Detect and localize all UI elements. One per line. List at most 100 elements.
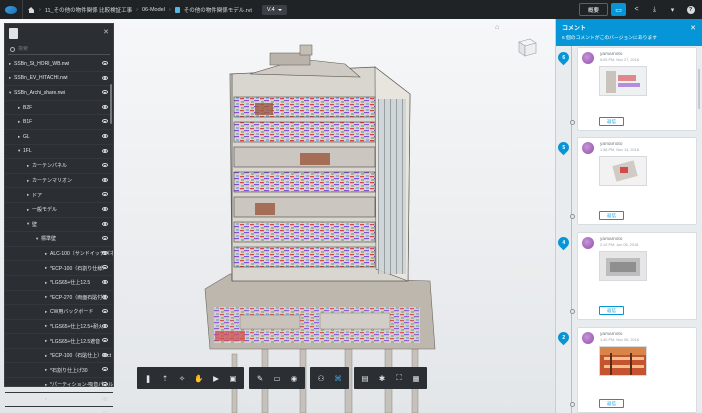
comment-pin-icon[interactable]: 5 bbox=[555, 139, 572, 156]
pan-icon[interactable]: ⇡ bbox=[157, 370, 173, 386]
tree-row[interactable]: ▾ 壁 bbox=[5, 218, 113, 233]
search-icon bbox=[10, 46, 15, 52]
reply-button[interactable]: 返信 bbox=[599, 117, 624, 126]
tree-row[interactable]: ▸ *ECP-100（石貼仕上）Prct bbox=[5, 349, 113, 364]
home-icon[interactable] bbox=[28, 6, 35, 13]
settings-icon[interactable]: ✱ bbox=[374, 370, 390, 386]
help-button[interactable]: ? bbox=[683, 3, 698, 16]
share-icon[interactable]: < bbox=[629, 3, 644, 16]
close-icon[interactable]: ✕ bbox=[103, 28, 109, 36]
tree-row-label: SSBn_EV_HITACHI.nwi bbox=[14, 75, 68, 82]
tree-row[interactable]: ▸ *石割り仕上げ30 bbox=[5, 363, 113, 379]
reply-button[interactable]: 返信 bbox=[599, 399, 624, 408]
tree-row[interactable]: ▸ ALC-100（サンドイッチパネ bbox=[5, 247, 113, 262]
hand-icon[interactable]: ✋ bbox=[191, 370, 207, 386]
visibility-eye-icon[interactable] bbox=[102, 279, 108, 284]
breadcrumb-folder[interactable]: 06-Model bbox=[142, 7, 165, 13]
tree-row[interactable]: ▸ GL bbox=[5, 130, 113, 145]
toolbar-group: ⚇ ⌘ bbox=[310, 367, 349, 389]
orbit-icon[interactable]: ❚ bbox=[140, 370, 156, 386]
reply-button[interactable]: 返信 bbox=[599, 211, 624, 220]
comment-pin-icon[interactable]: 2 bbox=[555, 329, 572, 346]
walk-icon[interactable]: ✧ bbox=[174, 370, 190, 386]
comment-card[interactable]: 2 yamamoto 1:40 PM, Nov 06, 2018 返信 bbox=[555, 327, 697, 413]
tree-row[interactable]: ▸ *LGS65+仕上12.5遮音 bbox=[5, 334, 113, 349]
reply-button[interactable]: 返信 bbox=[599, 306, 624, 315]
visibility-eye-icon[interactable] bbox=[102, 294, 108, 299]
scrollbar[interactable] bbox=[698, 69, 700, 109]
comment-card[interactable]: 4 yamamoto 2:10 PM, Jun 06, 2018 返信 bbox=[555, 232, 697, 320]
visibility-eye-icon[interactable] bbox=[102, 396, 108, 401]
tree-row[interactable]: ▸ カーテンパネル bbox=[5, 159, 113, 174]
scrollbar[interactable] bbox=[110, 84, 112, 124]
visibility-eye-icon[interactable] bbox=[102, 177, 108, 182]
comments-icon[interactable]: ▭ bbox=[611, 3, 626, 16]
tree-row[interactable]: ▸ CW用バックボード bbox=[5, 305, 113, 320]
comments-header: コメント 6 個のコメントがこのバージョンにあります ✕ bbox=[556, 19, 702, 46]
tree-row[interactable]: ▸ *ECP-270（両面石貼付仕 bbox=[5, 291, 113, 306]
comment-date: 1:38 PM, Nov 13, 2018 bbox=[600, 148, 639, 152]
comment-author: yamamoto bbox=[600, 142, 623, 147]
top-actions: 概要 ▭ < ⤓ ▾ ? bbox=[578, 0, 702, 19]
breadcrumb-project[interactable]: 11_その他の物件関係 比較検証工事 bbox=[45, 6, 132, 14]
tree-row[interactable]: ▸ *パーティション-吸音パネル bbox=[5, 378, 113, 393]
comment-card[interactable]: 6 yamamoto 5:05 PM, Nov 27, 2018 返信 bbox=[555, 47, 697, 131]
tree-row[interactable]: ▸ B2F bbox=[5, 101, 113, 116]
fullscreen-icon[interactable]: ⛶ bbox=[391, 370, 407, 386]
viewer-home-icon[interactable]: ⌂ bbox=[495, 24, 499, 31]
tree-row[interactable]: ▸ ドア bbox=[5, 188, 113, 203]
tree-row[interactable]: ▸ SSBn_EV_HITACHI.nwi bbox=[5, 72, 113, 87]
visibility-eye-icon[interactable] bbox=[102, 250, 108, 255]
comment-thumbnail[interactable] bbox=[599, 66, 647, 96]
visibility-eye-icon[interactable] bbox=[102, 75, 108, 80]
tree-row[interactable]: ▾ 標準壁 bbox=[5, 232, 113, 247]
fit-icon[interactable]: ▣ bbox=[225, 370, 241, 386]
breadcrumb-file[interactable]: その他の物件関係モデル.rvt bbox=[184, 6, 252, 14]
more-icon[interactable]: ▾ bbox=[665, 3, 680, 16]
app-logo-icon[interactable] bbox=[0, 0, 22, 19]
tree-row[interactable]: ▾ 1FL bbox=[5, 145, 113, 160]
version-dropdown[interactable]: V.4 bbox=[261, 4, 287, 15]
viewcube-icon[interactable] bbox=[516, 36, 538, 58]
tree-row[interactable]: ▸ カーテンマリオン bbox=[5, 174, 113, 189]
version-label: V.4 bbox=[266, 6, 275, 13]
tree-row[interactable]: ▸ *ECP-100（石割り仕様） bbox=[5, 261, 113, 276]
visibility-eye-icon[interactable] bbox=[102, 221, 108, 226]
visibility-eye-icon[interactable] bbox=[102, 133, 108, 138]
measure-icon[interactable]: ✎ bbox=[252, 370, 268, 386]
tree-row[interactable]: ▸ *LGS100+GB-F 1.21 両 bbox=[5, 393, 113, 408]
comment-date: 2:10 PM, Jun 06, 2018 bbox=[600, 243, 639, 247]
model-browser-icon[interactable]: ⚇ bbox=[313, 370, 329, 386]
explode-icon[interactable]: ◉ bbox=[286, 370, 302, 386]
tree-row[interactable]: ▸ *LGS65+仕上12.5+耐火 bbox=[5, 320, 113, 335]
comment-thumbnail[interactable] bbox=[599, 346, 647, 376]
visibility-eye-icon[interactable] bbox=[102, 104, 108, 109]
section-icon[interactable]: ▭ bbox=[269, 370, 285, 386]
properties-icon[interactable]: ⌘ bbox=[330, 370, 346, 386]
tree-row[interactable]: ▸ *LGS65+仕上12.5 bbox=[5, 276, 113, 291]
camera-icon[interactable]: ▶ bbox=[208, 370, 224, 386]
tree-row[interactable]: ▸ 一般モデル bbox=[5, 203, 113, 218]
overview-button[interactable]: 概要 bbox=[578, 3, 608, 16]
comment-pin-icon[interactable]: 4 bbox=[555, 234, 572, 251]
document-icon[interactable]: ▤ bbox=[357, 370, 373, 386]
visibility-eye-icon[interactable] bbox=[102, 61, 108, 65]
comment-thumbnail[interactable] bbox=[599, 251, 647, 281]
tree-row[interactable]: ▸ SSBn_St_HORI_WB.nwi bbox=[5, 57, 113, 72]
layers-icon[interactable]: ▦ bbox=[408, 370, 424, 386]
download-icon[interactable]: ⤓ bbox=[647, 3, 662, 16]
search-input[interactable] bbox=[18, 46, 108, 52]
tree-row[interactable]: ▾ SSBn_Archi_share.nwi bbox=[5, 86, 113, 101]
tree-row[interactable]: ▸*LGS100+GB-F 12.5両面 bbox=[5, 407, 113, 413]
visibility-eye-icon[interactable] bbox=[102, 352, 108, 357]
close-icon[interactable]: ✕ bbox=[690, 24, 696, 32]
comment-thumbnail[interactable] bbox=[599, 156, 647, 186]
visibility-eye-icon[interactable] bbox=[102, 148, 108, 153]
visibility-eye-icon[interactable] bbox=[102, 206, 108, 211]
tree-row[interactable]: ▸ B1F bbox=[5, 115, 113, 130]
panel-subtitle: 6 個のコメントがこのバージョンにあります bbox=[562, 36, 658, 41]
visibility-eye-icon[interactable] bbox=[102, 323, 108, 328]
comment-card[interactable]: 5 yamamoto 1:38 PM, Nov 13, 2018 返信 bbox=[555, 137, 697, 225]
comment-pin-icon[interactable]: 6 bbox=[555, 49, 572, 66]
timeline-line bbox=[571, 46, 572, 413]
